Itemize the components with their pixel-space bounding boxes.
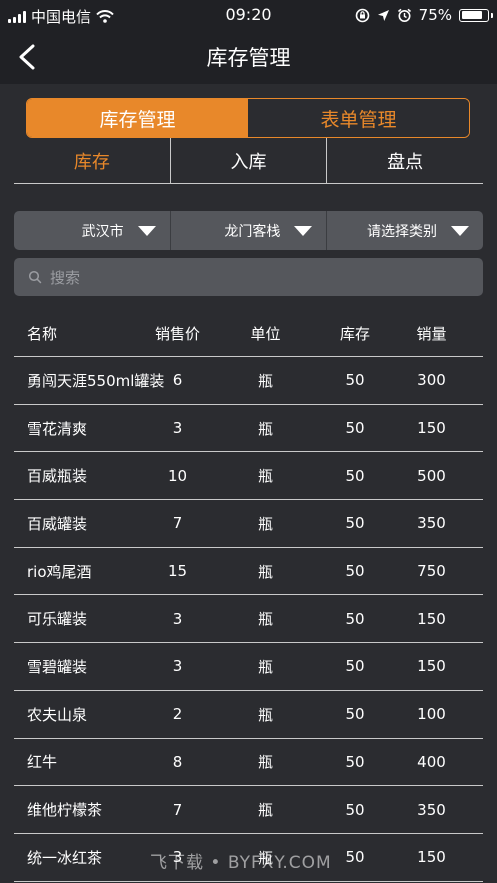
header-name: 名称 xyxy=(27,324,58,343)
cell-sales: 350 xyxy=(417,800,446,819)
alarm-icon xyxy=(397,8,411,22)
cell-sales: 150 xyxy=(417,848,446,867)
store-filter-label: 龙门客栈 xyxy=(224,223,281,240)
cell-stock: 50 xyxy=(345,514,365,533)
cell-price: 6 xyxy=(172,371,183,390)
cell-stock: 50 xyxy=(345,371,365,390)
city-filter-label: 武汉市 xyxy=(81,223,124,240)
cell-unit: 瓶 xyxy=(257,753,273,772)
cell-unit: 瓶 xyxy=(257,705,273,724)
table-row[interactable]: 维他柠檬茶 7 瓶 50 350 xyxy=(14,786,483,834)
table-row[interactable]: 雪碧罐装 3 瓶 50 150 xyxy=(14,643,483,691)
rotation-lock-icon xyxy=(355,8,369,22)
cell-sales: 100 xyxy=(417,705,446,724)
cell-price: 10 xyxy=(167,466,188,485)
cell-unit: 瓶 xyxy=(257,514,273,533)
inventory-table: 名称 销售价 单位 库存 销量 勇闯天涯550ml罐装 6 瓶 50 300 雪花清爽 3 瓶… xyxy=(14,310,483,882)
category-filter-label: 请选择类别 xyxy=(367,223,438,240)
cell-stock: 50 xyxy=(345,848,365,867)
cell-unit: 瓶 xyxy=(257,562,273,581)
header-unit: 单位 xyxy=(250,324,281,343)
table-row[interactable]: 百威罐装 7 瓶 50 350 xyxy=(14,500,483,548)
cell-name: 勇闯天涯550ml罐装 xyxy=(27,371,165,390)
cell-name: 可乐罐装 xyxy=(27,610,88,629)
cell-stock: 50 xyxy=(345,657,365,676)
cell-unit: 瓶 xyxy=(257,657,273,676)
category-filter-dropdown[interactable]: 请选择类别 xyxy=(326,211,483,250)
cell-sales: 350 xyxy=(417,514,446,533)
cell-name: rio鸡尾酒 xyxy=(27,562,92,581)
store-filter-dropdown[interactable]: 龙门客栈 xyxy=(169,211,327,250)
table-row[interactable]: rio鸡尾酒 15 瓶 50 750 xyxy=(14,548,483,596)
table-row[interactable]: 红牛 8 瓶 50 400 xyxy=(14,739,483,787)
cell-sales: 150 xyxy=(417,419,446,438)
navigation-bar: 库存管理 xyxy=(0,30,497,84)
dropdown-arrow-icon xyxy=(294,225,313,236)
segment-inventory-management[interactable]: 库存管理 xyxy=(27,99,248,137)
cell-unit: 瓶 xyxy=(257,371,273,390)
watermark: 飞下载 • BYFXY.COM xyxy=(150,853,332,873)
cell-name: 百威罐装 xyxy=(27,514,88,533)
header-stock: 库存 xyxy=(339,324,370,343)
cell-unit: 瓶 xyxy=(257,610,273,629)
page-title: 库存管理 xyxy=(206,46,291,70)
cell-stock: 50 xyxy=(345,705,365,724)
cell-sales: 150 xyxy=(417,657,446,676)
status-bar: 中国电信 09:20 75% xyxy=(0,0,497,30)
cell-stock: 50 xyxy=(345,800,365,819)
cell-price: 3 xyxy=(172,419,183,438)
cell-sales: 150 xyxy=(417,609,446,628)
segment-form-management[interactable]: 表单管理 xyxy=(248,99,469,137)
dropdown-arrow-icon xyxy=(137,225,156,236)
cell-name: 农夫山泉 xyxy=(27,705,88,724)
cell-price: 7 xyxy=(172,800,183,819)
table-header: 名称 销售价 单位 库存 销量 xyxy=(14,310,483,357)
table-row[interactable]: 农夫山泉 2 瓶 50 100 xyxy=(14,691,483,739)
table-row[interactable]: 雪花清爽 3 瓶 50 150 xyxy=(14,405,483,453)
header-price: 销售价 xyxy=(154,324,200,343)
cell-sales: 750 xyxy=(417,562,446,581)
cell-name: 雪碧罐装 xyxy=(27,657,88,676)
header-sales: 销量 xyxy=(416,324,447,343)
table-row[interactable]: 勇闯天涯550ml罐装 6 瓶 50 300 xyxy=(14,357,483,405)
battery-percent: 75% xyxy=(418,6,452,24)
cell-name: 百威瓶装 xyxy=(27,467,88,486)
cell-unit: 瓶 xyxy=(257,801,273,820)
filter-bar: 武汉市 龙门客栈 请选择类别 xyxy=(14,211,483,250)
search-input[interactable]: 搜索 xyxy=(14,258,483,296)
search-icon xyxy=(28,270,42,284)
cell-sales: 400 xyxy=(417,752,446,771)
cell-price: 3 xyxy=(172,609,183,628)
cell-price: 3 xyxy=(172,657,183,676)
segmented-control: 库存管理 表单管理 xyxy=(26,98,470,138)
battery-icon xyxy=(459,8,493,22)
tab-stocktake[interactable]: 盘点 xyxy=(326,138,483,183)
cell-stock: 50 xyxy=(345,562,365,581)
tab-inbound[interactable]: 入库 xyxy=(169,138,327,183)
cell-stock: 50 xyxy=(345,609,365,628)
table-row[interactable]: 百威瓶装 10 瓶 50 500 xyxy=(14,452,483,501)
cell-name: 维他柠檬茶 xyxy=(27,801,103,820)
cell-unit: 瓶 xyxy=(257,467,273,486)
city-filter-dropdown[interactable]: 武汉市 xyxy=(14,211,170,250)
cell-name: 雪花清爽 xyxy=(27,419,88,438)
cell-unit: 瓶 xyxy=(257,419,273,438)
cell-sales: 300 xyxy=(417,371,446,390)
cell-price: 8 xyxy=(172,752,183,771)
cell-price: 15 xyxy=(167,562,188,581)
cell-stock: 50 xyxy=(345,466,365,485)
cell-price: 7 xyxy=(172,514,183,533)
cell-name: 统一冰红茶 xyxy=(27,848,103,867)
cell-sales: 500 xyxy=(417,466,446,485)
tab-bar: 库存 入库 盘点 xyxy=(14,138,483,184)
cell-stock: 50 xyxy=(345,752,365,771)
dropdown-arrow-icon xyxy=(451,225,470,236)
tab-stock[interactable]: 库存 xyxy=(14,138,170,183)
location-icon xyxy=(377,9,389,21)
table-row[interactable]: 可乐罐装 3 瓶 50 150 xyxy=(14,595,483,644)
search-placeholder: 搜索 xyxy=(50,268,81,287)
cell-price: 2 xyxy=(172,705,183,724)
cell-name: 红牛 xyxy=(27,753,58,772)
cell-stock: 50 xyxy=(345,419,365,438)
